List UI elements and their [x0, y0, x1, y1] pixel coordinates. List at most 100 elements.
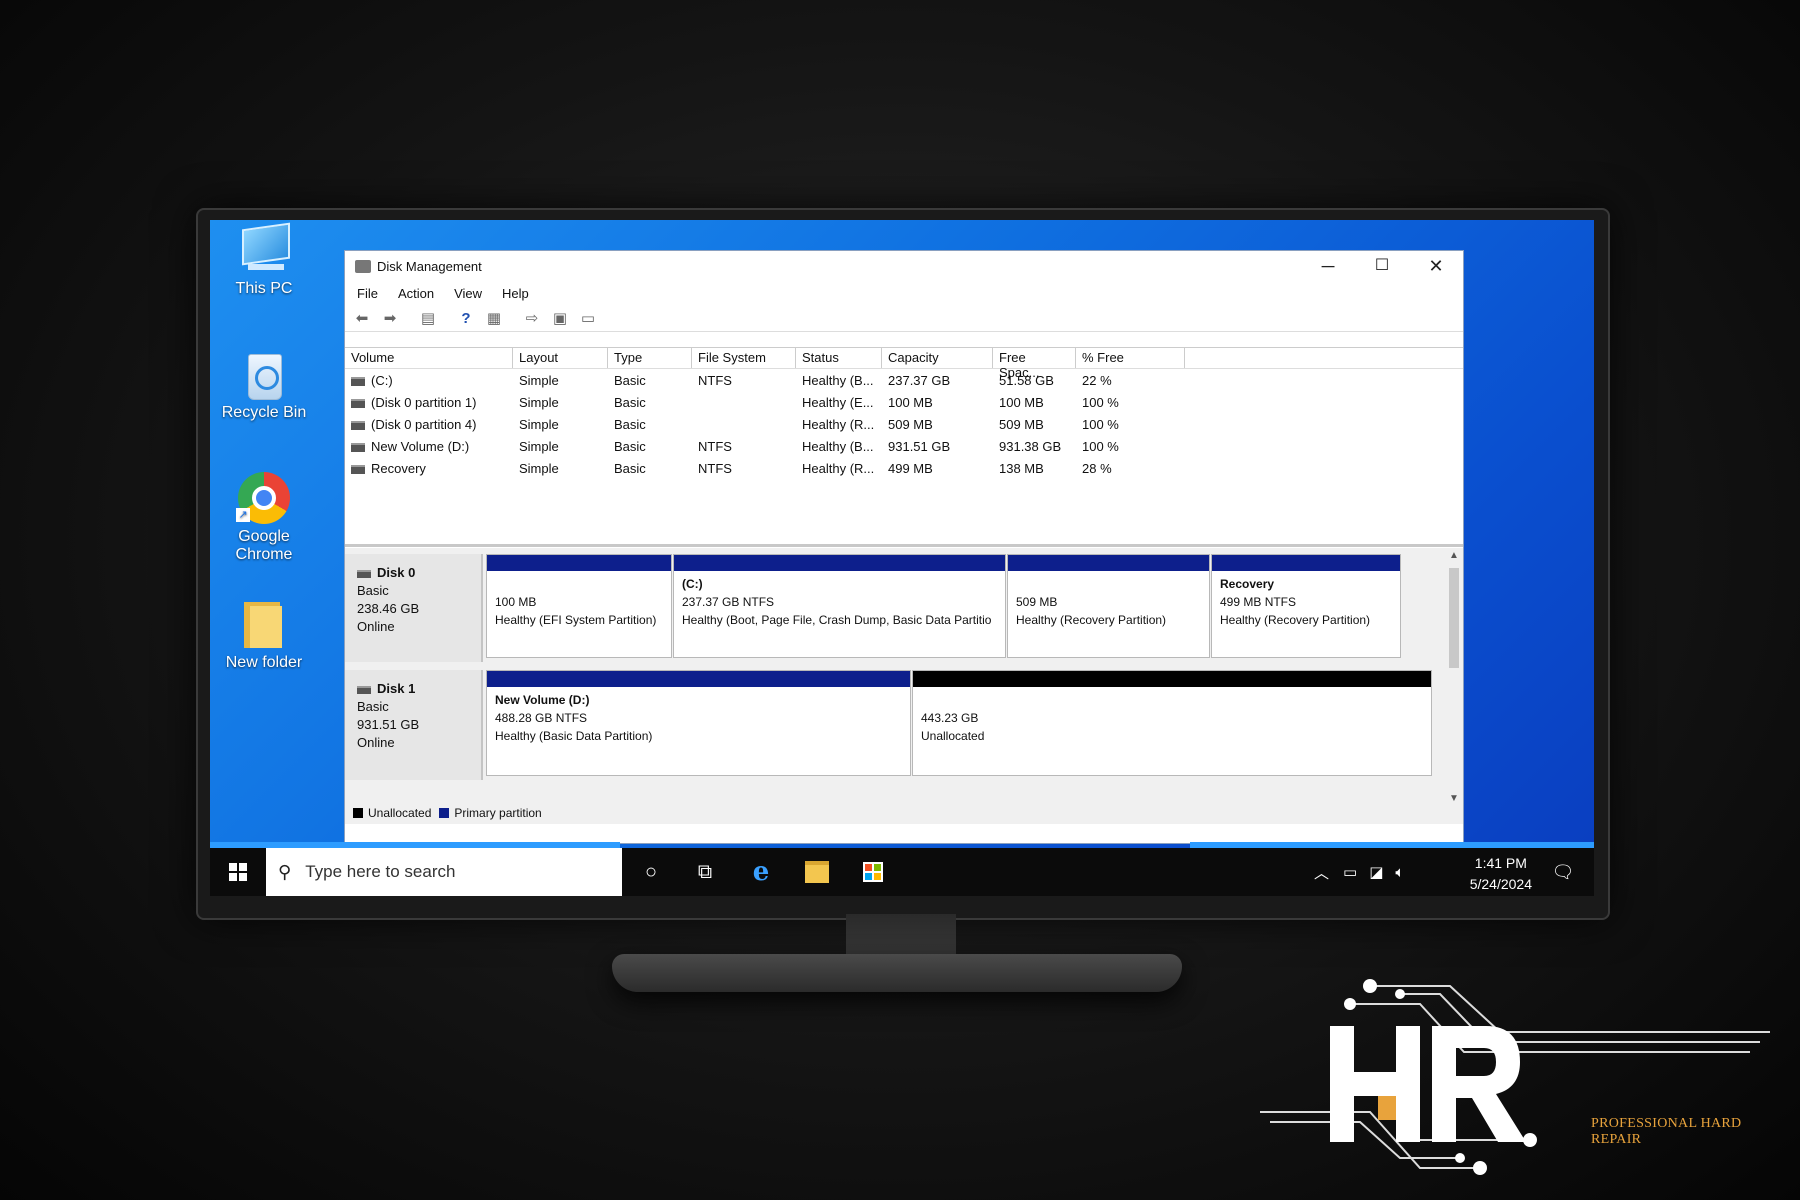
drive-icon	[351, 420, 365, 430]
volume-list: Volume Layout Type File System Status Ca…	[345, 347, 1463, 547]
recycle-bin-icon	[236, 346, 292, 402]
column-header-percent-free[interactable]: % Free	[1076, 348, 1185, 368]
drive-icon	[351, 464, 365, 474]
menu-view[interactable]: View	[454, 286, 482, 301]
menu-bar: File Action View Help	[345, 281, 1463, 305]
column-header-volume[interactable]: Volume	[345, 348, 513, 368]
drive-icon	[351, 398, 365, 408]
scroll-down-icon[interactable]: ▼	[1445, 793, 1463, 804]
close-button[interactable]: ✕	[1409, 251, 1463, 281]
column-header-capacity[interactable]: Capacity	[882, 348, 993, 368]
system-tray: ︿ ▭ ◪ 🔈︎	[1314, 848, 1404, 896]
hr-brand-logo: HR PROFESSIONAL HARD REPAIR	[1250, 972, 1790, 1182]
primary-partition-bar	[1212, 555, 1400, 571]
desktop-icon-label: New folder	[225, 654, 303, 671]
desktop-icon-new-folder[interactable]: New folder	[214, 596, 314, 672]
partition-c[interactable]: (C:) 237.37 GB NTFS Healthy (Boot, Page …	[673, 554, 1006, 658]
hr-letters-icon	[1330, 1026, 1526, 1142]
disk-management-window: Disk Management ─ ☐ ✕ File Action View H…	[344, 250, 1464, 844]
table-row[interactable]: Recovery Simple Basic NTFS Healthy (R...…	[345, 457, 1463, 479]
scroll-up-icon[interactable]: ▲	[1445, 550, 1463, 561]
table-row[interactable]: (Disk 0 partition 1) Simple Basic Health…	[345, 391, 1463, 413]
unallocated-bar	[913, 671, 1431, 687]
disk-1-row: Disk 1 Basic 931.51 GB Online New Volume…	[345, 670, 1445, 780]
column-header-layout[interactable]: Layout	[513, 348, 608, 368]
refresh-icon[interactable]: ▣	[549, 309, 571, 327]
column-header-status[interactable]: Status	[796, 348, 882, 368]
drive-icon	[351, 376, 365, 386]
monitor-frame: This PC Recycle Bin ↗ Google Chrome New …	[196, 208, 1610, 920]
title-bar[interactable]: Disk Management ─ ☐ ✕	[345, 251, 1463, 281]
partition-efi[interactable]: 100 MB Healthy (EFI System Partition)	[486, 554, 672, 658]
menu-action[interactable]: Action	[398, 286, 434, 301]
battery-icon[interactable]: ▭	[1343, 863, 1357, 881]
volume-list-header: Volume Layout Type File System Status Ca…	[345, 348, 1463, 380]
back-arrow-icon[interactable]: ⬅	[351, 309, 373, 327]
column-header-type[interactable]: Type	[608, 348, 692, 368]
desktop-icon-this-pc[interactable]: This PC	[214, 222, 314, 298]
desktop-icon-label: Recycle Bin	[221, 404, 307, 421]
edge-icon[interactable]: e	[736, 848, 786, 896]
scrollbar-thumb[interactable]	[1449, 568, 1459, 668]
store-icon[interactable]	[848, 848, 898, 896]
search-placeholder: Type here to search	[305, 862, 456, 881]
desktop-icon-label: This PC	[235, 280, 293, 297]
taskbar-search-box[interactable]: ⚲ Type here to search	[266, 848, 622, 896]
task-view-icon[interactable]: ⧉	[680, 848, 730, 896]
drive-icon	[351, 442, 365, 452]
monitor-stand-base	[612, 954, 1182, 992]
primary-partition-bar	[487, 671, 910, 687]
partition-d[interactable]: New Volume (D:) 488.28 GB NTFS Healthy (…	[486, 670, 911, 776]
table-row[interactable]: New Volume (D:) Simple Basic NTFS Health…	[345, 435, 1463, 457]
view-icon[interactable]: ▭	[577, 309, 599, 327]
taskbar-clock[interactable]: 1:41 PM 5/24/2024	[1470, 853, 1532, 895]
desktop-icon-label: Google Chrome	[235, 528, 293, 563]
disk-management-icon	[355, 259, 371, 273]
notifications-icon[interactable]: 🗨︎	[1538, 848, 1588, 896]
forward-arrow-icon[interactable]: ➡	[379, 309, 401, 327]
disk-1-label[interactable]: Disk 1 Basic 931.51 GB Online	[345, 670, 483, 780]
desktop-icon-recycle-bin[interactable]: Recycle Bin	[214, 346, 314, 422]
start-button[interactable]	[210, 848, 266, 896]
disk-icon	[357, 569, 371, 578]
table-row[interactable]: (C:) Simple Basic NTFS Healthy (B... 237…	[345, 369, 1463, 391]
volume-icon[interactable]: 🔈︎	[1395, 864, 1404, 881]
clock-date: 5/24/2024	[1469, 876, 1532, 892]
disk-view-scrollbar[interactable]: ▲ ▼	[1445, 548, 1463, 806]
clock-time: 1:41 PM	[1474, 855, 1527, 871]
disk-icon	[357, 685, 371, 694]
brand-tagline: PROFESSIONAL HARD REPAIR	[1591, 1116, 1742, 1147]
desktop-icon-google-chrome[interactable]: ↗ Google Chrome	[214, 470, 314, 564]
partition-recovery[interactable]: Recovery 499 MB NTFS Healthy (Recovery P…	[1211, 554, 1401, 658]
toolbar: ⬅ ➡ ▤ ? ▦ ⇨ ▣ ▭	[345, 305, 1463, 332]
disk-0-label[interactable]: Disk 0 Basic 238.46 GB Online	[345, 554, 483, 662]
partition-unallocated[interactable]: 443.23 GB Unallocated	[912, 670, 1432, 776]
partition-recovery-509[interactable]: 509 MB Healthy (Recovery Partition)	[1007, 554, 1210, 658]
chrome-icon: ↗	[236, 470, 292, 526]
menu-help[interactable]: Help	[502, 286, 529, 301]
unallocated-swatch	[353, 808, 363, 818]
column-header-file-system[interactable]: File System	[692, 348, 796, 368]
file-explorer-icon[interactable]	[792, 848, 842, 896]
partition-legend: Unallocated Primary partition	[353, 806, 542, 820]
primary-partition-swatch	[439, 808, 450, 818]
circuit-lines-icon	[1260, 979, 1770, 1175]
console-tree-icon[interactable]: ▤	[417, 309, 439, 327]
disk-0-row: Disk 0 Basic 238.46 GB Online 100 MB Hea…	[345, 554, 1445, 662]
help-icon[interactable]: ?	[455, 309, 477, 327]
computer-icon	[236, 222, 292, 278]
column-header-free-space[interactable]: Free Spac...	[993, 348, 1076, 380]
connect-icon[interactable]: ⇨	[521, 309, 543, 327]
table-row[interactable]: (Disk 0 partition 4) Simple Basic Health…	[345, 413, 1463, 435]
primary-partition-bar	[674, 555, 1005, 571]
properties-icon[interactable]: ▦	[483, 309, 505, 327]
show-hidden-icons-icon[interactable]: ︿	[1314, 862, 1329, 883]
cortana-icon[interactable]: ○	[626, 848, 676, 896]
primary-partition-bar	[1008, 555, 1209, 571]
maximize-button[interactable]: ☐	[1355, 251, 1409, 281]
network-icon[interactable]: ◪	[1369, 863, 1383, 881]
folder-icon	[236, 596, 292, 652]
minimize-button[interactable]: ─	[1301, 251, 1355, 281]
menu-file[interactable]: File	[357, 286, 378, 301]
disk-graphical-view: Disk 0 Basic 238.46 GB Online 100 MB Hea…	[345, 548, 1463, 824]
